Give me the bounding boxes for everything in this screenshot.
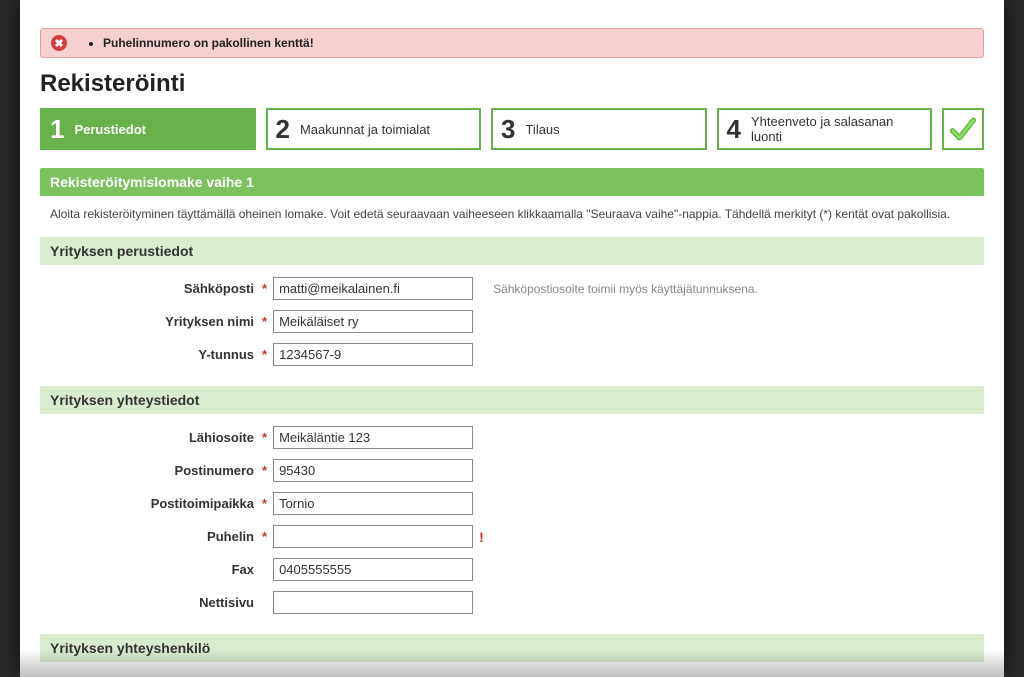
required-mark: * bbox=[262, 347, 267, 362]
step-1-label: Perustiedot bbox=[74, 122, 146, 137]
business-id-field[interactable] bbox=[273, 343, 473, 366]
step-3-number: 3 bbox=[501, 114, 515, 145]
row-street: Lähiosoite * bbox=[50, 426, 974, 449]
step-1[interactable]: 1 Perustiedot bbox=[40, 108, 256, 150]
label-businessid: Y-tunnus bbox=[50, 347, 260, 362]
error-banner: ✖ Puhelinnumero on pakollinen kenttä! bbox=[40, 28, 984, 58]
label-phone: Puhelin bbox=[50, 529, 260, 544]
row-zip: Postinumero * bbox=[50, 459, 974, 482]
step-3[interactable]: 3 Tilaus bbox=[491, 108, 707, 150]
hint-email: Sähköpostiosoite toimii myös käyttäjätun… bbox=[493, 282, 758, 296]
row-phone: Puhelin * ! bbox=[50, 525, 974, 548]
checkmark-icon bbox=[949, 115, 977, 143]
required-mark: * bbox=[262, 496, 267, 511]
phone-field[interactable] bbox=[273, 525, 473, 548]
contact-info-block: Lähiosoite * Postinumero * Postitoimipai… bbox=[40, 414, 984, 634]
error-icon: ✖ bbox=[51, 35, 67, 51]
required-mark: * bbox=[262, 314, 267, 329]
wizard-complete-button[interactable] bbox=[942, 108, 984, 150]
step-2[interactable]: 2 Maakunnat ja toimialat bbox=[266, 108, 482, 150]
basic-info-block: Sähköposti * Sähköpostiosoite toimii myö… bbox=[40, 265, 984, 386]
intro-text: Aloita rekisteröityminen täyttämällä ohe… bbox=[40, 196, 984, 237]
wizard-steps: 1 Perustiedot 2 Maakunnat ja toimialat 3… bbox=[40, 108, 984, 150]
street-address-field[interactable] bbox=[273, 426, 473, 449]
postal-city-field[interactable] bbox=[273, 492, 473, 515]
step-3-label: Tilaus bbox=[525, 122, 559, 137]
row-website: Nettisivu * bbox=[50, 591, 974, 614]
error-message: Puhelinnumero on pakollinen kenttä! bbox=[103, 36, 314, 50]
step-2-number: 2 bbox=[276, 114, 290, 145]
row-company: Yrityksen nimi * bbox=[50, 310, 974, 333]
top-nav bbox=[58, 8, 984, 20]
row-businessid: Y-tunnus * bbox=[50, 343, 974, 366]
row-fax: Fax * bbox=[50, 558, 974, 581]
required-mark: * bbox=[262, 430, 267, 445]
required-mark: * bbox=[262, 281, 267, 296]
label-street: Lähiosoite bbox=[50, 430, 260, 445]
step-1-number: 1 bbox=[50, 114, 64, 145]
warning-icon: ! bbox=[479, 529, 484, 545]
label-email: Sähköposti bbox=[50, 281, 260, 296]
step-2-label: Maakunnat ja toimialat bbox=[300, 122, 430, 137]
page-title: Rekisteröinti bbox=[40, 70, 984, 98]
label-company: Yrityksen nimi bbox=[50, 314, 260, 329]
step-4-label: Yhteenveto ja salasanan luonti bbox=[751, 114, 916, 144]
company-name-field[interactable] bbox=[273, 310, 473, 333]
stage-header: Rekisteröitymislomake vaihe 1 bbox=[40, 168, 984, 196]
fax-field[interactable] bbox=[273, 558, 473, 581]
step-4-number: 4 bbox=[727, 114, 741, 145]
label-website: Nettisivu bbox=[50, 595, 260, 610]
required-mark: * bbox=[262, 463, 267, 478]
basic-info-header: Yrityksen perustiedot bbox=[40, 237, 984, 265]
registration-page: ✖ Puhelinnumero on pakollinen kenttä! Re… bbox=[20, 0, 1004, 677]
contact-person-header: Yrityksen yhteyshenkilö bbox=[40, 634, 984, 662]
step-4[interactable]: 4 Yhteenveto ja salasanan luonti bbox=[717, 108, 933, 150]
label-zip: Postinumero bbox=[50, 463, 260, 478]
postal-code-field[interactable] bbox=[273, 459, 473, 482]
website-field[interactable] bbox=[273, 591, 473, 614]
contact-info-header: Yrityksen yhteystiedot bbox=[40, 386, 984, 414]
required-mark: * bbox=[262, 529, 267, 544]
row-email: Sähköposti * Sähköpostiosoite toimii myö… bbox=[50, 277, 974, 300]
row-city: Postitoimipaikka * bbox=[50, 492, 974, 515]
label-fax: Fax bbox=[50, 562, 260, 577]
email-field[interactable] bbox=[273, 277, 473, 300]
label-city: Postitoimipaikka bbox=[50, 496, 260, 511]
